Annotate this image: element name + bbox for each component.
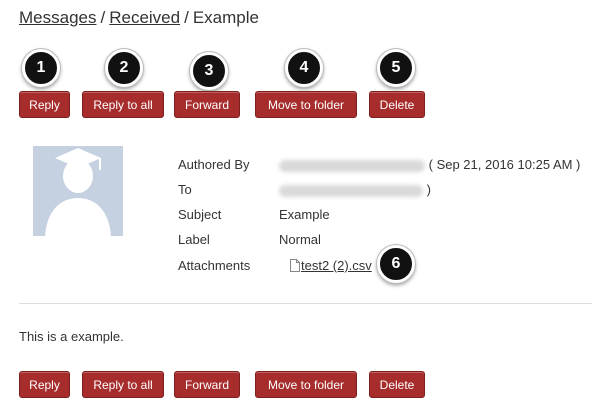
breadcrumb-separator: /	[100, 8, 106, 27]
callout-marker-1: 1	[22, 49, 60, 87]
callout-marker-4: 4	[285, 49, 323, 87]
breadcrumb-messages-link[interactable]: Messages	[19, 8, 96, 27]
breadcrumb-separator: /	[184, 8, 189, 27]
authored-by-label: Authored By	[178, 157, 250, 172]
to-value: )	[279, 182, 431, 197]
delete-button-bottom[interactable]: Delete	[369, 371, 425, 398]
to-label: To	[178, 182, 192, 197]
delete-button[interactable]: Delete	[369, 91, 425, 118]
message-body: This is a example.	[19, 329, 124, 344]
subject-value: Example	[279, 207, 330, 222]
avatar	[33, 146, 123, 236]
callout-marker-3: 3	[190, 52, 228, 90]
attachment-link[interactable]: test2 (2).csv	[301, 258, 372, 273]
authored-date: ( Sep 21, 2016 10:25 AM )	[428, 157, 581, 172]
authored-by-value: ( Sep 21, 2016 10:25 AM )	[279, 157, 580, 172]
file-icon	[290, 259, 300, 272]
reply-to-all-button-bottom[interactable]: Reply to all	[82, 371, 164, 398]
reply-button-bottom[interactable]: Reply	[19, 371, 70, 398]
breadcrumb-current: Example	[192, 8, 259, 27]
reply-button[interactable]: Reply	[19, 91, 70, 118]
divider	[19, 303, 592, 304]
forward-button[interactable]: Forward	[174, 91, 240, 118]
breadcrumb: Messages / Received / Example	[19, 8, 259, 28]
reply-to-all-button[interactable]: Reply to all	[82, 91, 164, 118]
move-to-folder-button[interactable]: Move to folder	[255, 91, 357, 118]
redacted-recipient	[279, 184, 423, 197]
callout-marker-2: 2	[105, 49, 143, 87]
subject-label: Subject	[178, 207, 222, 222]
label-label: Label	[178, 232, 210, 247]
attachment-item: test2 (2).csv	[290, 258, 372, 273]
callout-marker-6: 6	[377, 245, 415, 283]
breadcrumb-received-link[interactable]: Received	[109, 8, 180, 27]
move-to-folder-button-bottom[interactable]: Move to folder	[255, 371, 357, 398]
graduate-silhouette-icon	[45, 148, 111, 236]
to-value-close: )	[426, 182, 431, 197]
forward-button-bottom[interactable]: Forward	[174, 371, 240, 398]
label-value: Normal	[279, 232, 321, 247]
attachments-label: Attachments	[178, 258, 251, 273]
callout-marker-5: 5	[377, 49, 415, 87]
redacted-author	[279, 159, 425, 172]
